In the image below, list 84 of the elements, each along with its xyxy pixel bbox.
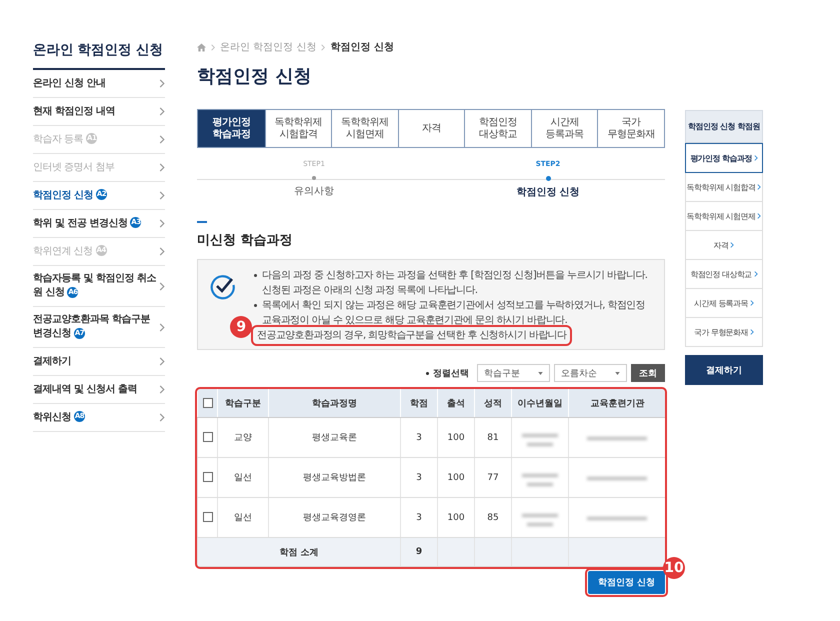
sidebar-item[interactable]: 온라인 신청 안내 <box>33 70 165 98</box>
chevron-right-icon <box>750 329 754 335</box>
search-button[interactable]: 조회 <box>631 364 665 382</box>
chevron-right-icon <box>750 300 754 306</box>
bullet-icon <box>254 304 257 307</box>
table-cell: 77 <box>474 458 512 498</box>
chevron-right-icon <box>159 322 165 332</box>
chevron-right-icon <box>159 357 165 366</box>
chevron-right-icon <box>159 282 165 290</box>
sidebar-item[interactable]: 결제하기 <box>33 348 165 376</box>
subtotal-value: 9 <box>400 538 438 566</box>
bullet-icon <box>254 274 257 277</box>
sidebar-title: 온라인 학점인정 신청 <box>33 40 165 70</box>
panel-link[interactable]: 평가인정 학습과정 <box>685 143 763 173</box>
home-icon <box>197 42 206 52</box>
panel-link[interactable]: 독학학위제 시험합격 <box>685 173 763 202</box>
caret-down-icon <box>538 372 543 374</box>
caret-down-icon <box>615 372 620 374</box>
chevron-right-icon <box>159 107 165 116</box>
table-cell: 100 <box>438 418 474 458</box>
step-label: 유의사항 <box>294 185 334 198</box>
chevron-right-icon <box>211 44 215 50</box>
chevron-right-icon <box>754 271 758 277</box>
subtotal-label: 학점 소계 <box>198 538 400 566</box>
chevron-right-icon <box>757 213 762 219</box>
chevron-right-icon <box>754 155 758 161</box>
chevron-right-icon <box>730 242 734 248</box>
table-cell: 교양 <box>218 418 268 458</box>
dropdown[interactable]: 학습구분 <box>477 364 550 382</box>
column-header: 학습구분 <box>218 389 268 418</box>
dropdown[interactable]: 오름차순 <box>554 364 627 382</box>
apply-button[interactable]: 학점인정 신청 <box>588 571 665 594</box>
table-cell: 3 <box>400 418 438 458</box>
sidebar-item[interactable]: 현재 학점인정 내역 <box>33 98 165 126</box>
chevron-right-icon <box>757 184 762 190</box>
chevron-right-icon <box>321 44 326 50</box>
panel-link[interactable]: 학점인정 대상학교 <box>685 260 763 289</box>
chevron-right-icon <box>159 79 165 88</box>
chevron-right-icon <box>159 191 165 200</box>
checkbox[interactable] <box>202 432 212 442</box>
payment-button[interactable]: 결제하기 <box>685 355 763 385</box>
step-label: 학점인정 신청 <box>516 186 580 199</box>
check-circle-icon <box>210 274 236 300</box>
sidebar-item[interactable]: 결제내역 및 신청서 출력 <box>33 376 165 404</box>
table-cell: 평생교육방법론 <box>268 458 400 498</box>
column-header: 학점 <box>400 389 438 418</box>
notice-text: 다음의 과정 중 신청하고자 하는 과정을 선택한 후 [학점인정 신청]버튼을 누르시기 바랍니다. 신청된 과정은 아래의 신청 과정 목록에 나타납니다. <box>262 269 648 298</box>
chevron-right-icon <box>159 247 165 256</box>
notice-text: 전공교양호환과정의 경우, 희망학습구분을 선택한 후 신청하시기 바랍니다 <box>254 328 570 343</box>
table-cell: 100 <box>438 458 474 498</box>
notice-text: 목록에서 확인 되지 않는 과정은 해당 교육훈련기관에서 성적보고를 누락하였거나, 학점인정 교육과정이 아닐 수 있으므로 해당 교육훈련기관에 문의 하시기 바랍니다. <box>262 299 646 328</box>
column-header: 출석 <box>438 389 474 418</box>
table-cell: 평생교육론 <box>268 418 400 458</box>
panel-title: 학점인정 신청 학점원 <box>685 110 763 143</box>
checkbox[interactable] <box>202 398 212 408</box>
panel-link[interactable]: 국가 무형문화재 <box>685 318 763 347</box>
tab[interactable]: 평가인정 학습과정 <box>198 110 265 147</box>
table-cell: 3 <box>400 458 438 498</box>
blurred-text <box>522 434 558 446</box>
column-header: 성적 <box>474 389 512 418</box>
blurred-text <box>522 514 558 526</box>
bullet-icon <box>426 372 429 374</box>
checkbox[interactable] <box>202 472 212 482</box>
chevron-right-icon <box>159 135 165 144</box>
sort-label: 정렬선택 <box>433 368 469 380</box>
breadcrumb-link[interactable]: 학점인정 신청 <box>330 40 394 54</box>
callout-number: 10 <box>663 557 685 579</box>
blurred-text <box>522 474 558 486</box>
chevron-right-icon <box>159 219 165 228</box>
chevron-right-icon <box>159 163 165 172</box>
panel-link[interactable]: 시간제 등록과목 <box>685 289 763 318</box>
table-cell: 81 <box>474 418 512 458</box>
panel-link[interactable]: 독학학위제 시험면제 <box>685 202 763 231</box>
table-cell: 일선 <box>218 458 268 498</box>
column-header: 학습과정명 <box>268 389 400 418</box>
chevron-right-icon <box>159 413 165 422</box>
panel-link[interactable]: 자격 <box>685 231 763 260</box>
chevron-right-icon <box>159 385 165 394</box>
callout-number: 9 <box>230 316 252 338</box>
page-title: 학점인정 신청 <box>197 65 312 88</box>
column-header: 이수년월일 <box>512 389 568 418</box>
column-header: 교육훈련기관 <box>568 389 666 418</box>
section-title: 미신청 학습과정 <box>197 232 294 249</box>
checkbox[interactable] <box>202 512 212 522</box>
